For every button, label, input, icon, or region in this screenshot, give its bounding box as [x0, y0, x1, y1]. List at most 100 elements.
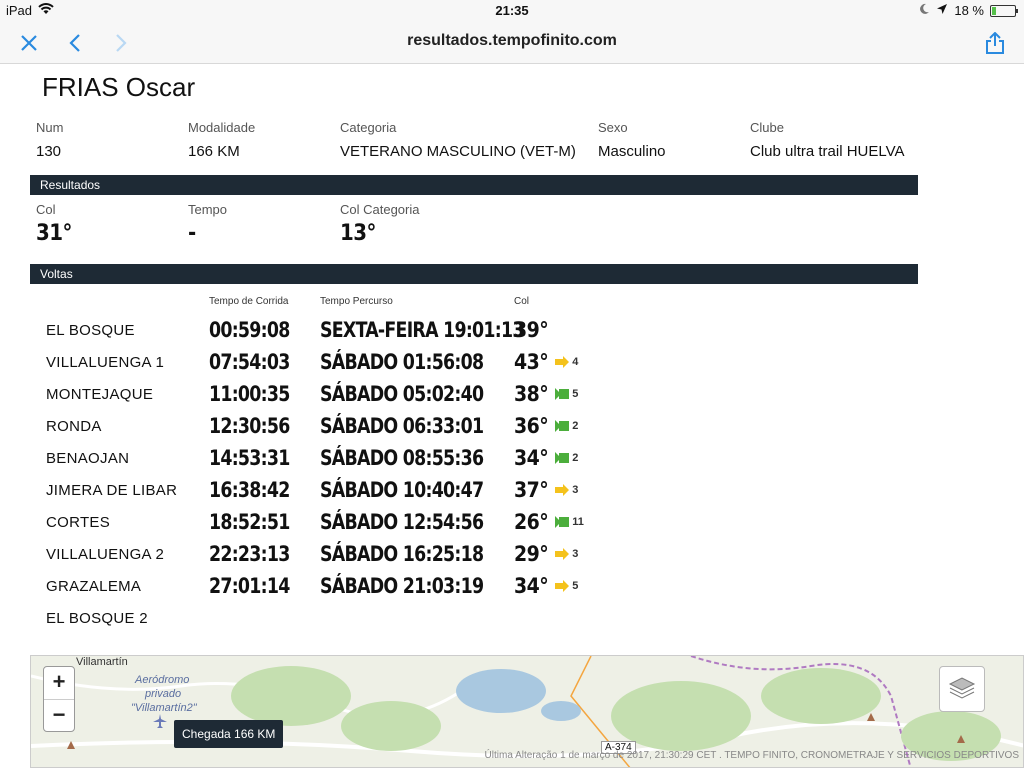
rank-delta: 3: [572, 548, 579, 560]
zoom-out-button[interactable]: −: [44, 699, 74, 731]
rank-up-arrow-icon: [554, 419, 570, 433]
rank-delta: 2: [572, 420, 579, 432]
lap-race-time: 18:52:51: [209, 510, 290, 534]
lap-checkpoint-name: EL BOSQUE: [46, 322, 135, 339]
lap-checkpoint-name: MONTEJAQUE: [46, 386, 154, 403]
map-label-airfield: privado: [145, 688, 182, 700]
lap-row: VILLALUENGA 2 22:23:13 SÁBADO 16:25:18 29° 3: [30, 542, 918, 574]
rank-up-arrow-icon: [554, 451, 570, 465]
lap-row: BENAOJAN 14:53:31 SÁBADO 08:55:36 34° 2: [30, 446, 918, 478]
lap-checkpoint-name: CORTES: [46, 514, 111, 531]
lap-rank: 37° 3: [514, 478, 578, 502]
lap-race-time: 16:38:42: [209, 478, 290, 502]
info-num: Num 130: [36, 120, 63, 160]
lap-rank-value: 39°: [514, 318, 549, 342]
lap-row: EL BOSQUE 00:59:08 SEXTA-FEIRA 19:01:13 39°: [30, 318, 918, 350]
lap-checkpoint-name: EL BOSQUE 2: [46, 610, 148, 627]
lap-checkpoint-name: RONDA: [46, 418, 102, 435]
info-value: Club ultra trail HUELVA: [750, 143, 905, 160]
lap-checkpoint-name: JIMERA DE LIBAR: [46, 482, 178, 499]
result-label: Col Categoria: [340, 202, 420, 217]
lap-course-time: SÁBADO 08:55:36: [320, 446, 484, 470]
airplane-icon: [153, 714, 167, 733]
lap-rank: 38° 5: [514, 382, 578, 406]
result-rank: Col 31°: [36, 202, 72, 246]
lap-rank-value: 43°: [514, 350, 549, 374]
layers-button[interactable]: [939, 666, 985, 712]
lap-course-time: SÁBADO 16:25:18: [320, 542, 484, 566]
lap-course-time: SÁBADO 21:03:19: [320, 574, 484, 598]
lap-course-time: SÁBADO 05:02:40: [320, 382, 484, 406]
lap-rank: 43° 4: [514, 350, 578, 374]
info-label: Clube: [750, 120, 784, 135]
zoom-in-button[interactable]: +: [44, 667, 74, 699]
lap-checkpoint-name: VILLALUENGA 1: [46, 354, 165, 371]
lap-rank-value: 29°: [514, 542, 549, 566]
finish-tooltip: Chegada 166 KM: [174, 720, 284, 748]
rank-delta: 11: [572, 516, 584, 528]
lap-row: JIMERA DE LIBAR 16:38:42 SÁBADO 10:40:47 37…: [30, 478, 918, 510]
athlete-info: Num 130 Modalidade 166 KM Categoria VETE…: [30, 120, 918, 170]
url-bar[interactable]: resultados.tempofinito.com: [0, 32, 1024, 50]
result-value: 31°: [36, 221, 72, 246]
athlete-name: FRIAS Oscar: [42, 72, 196, 102]
map-label-airfield: "Villamartín2": [131, 702, 197, 714]
lap-rank-value: 36°: [514, 414, 549, 438]
rank-delta: 5: [572, 580, 579, 592]
info-label: Categoria: [340, 120, 397, 135]
lap-row: EL BOSQUE 2: [30, 606, 918, 638]
map-label-town: Villamartín: [76, 656, 128, 668]
lap-row: CORTES 18:52:51 SÁBADO 12:54:56 26° 11: [30, 510, 918, 542]
lap-rank: 26° 11: [514, 510, 584, 534]
battery-percent: 18 %: [954, 3, 984, 18]
rank-down-arrow-icon: [554, 483, 570, 497]
result-value: 13°: [340, 221, 376, 246]
lap-course-time: SÁBADO 01:56:08: [320, 350, 484, 374]
lap-course-time: SÁBADO 06:33:01: [320, 414, 484, 438]
lap-race-time: 12:30:56: [209, 414, 290, 438]
lap-course-time: SÁBADO 12:54:56: [320, 510, 484, 534]
lap-race-time: 27:01:14: [209, 574, 290, 598]
map-attribution: Última Alteração 1 de março de 2017, 21:…: [484, 750, 1019, 761]
lap-row: MONTEJAQUE 11:00:35 SÁBADO 05:02:40 38° 5: [30, 382, 918, 414]
lap-rank-value: 37°: [514, 478, 549, 502]
result-category-rank: Col Categoria 13°: [340, 202, 420, 246]
moon-icon: [918, 3, 930, 18]
result-time: Tempo -: [188, 202, 227, 246]
result-label: Col: [36, 202, 56, 217]
result-label: Tempo: [188, 202, 228, 217]
laps-section-header: Voltas: [30, 264, 918, 284]
lap-race-time: 22:23:13: [209, 542, 290, 566]
lap-race-time: 11:00:35: [209, 382, 290, 406]
lap-row: VILLALUENGA 1 07:54:03 SÁBADO 01:56:08 43° 4: [30, 350, 918, 382]
lap-checkpoint-name: BENAOJAN: [46, 450, 130, 467]
lap-rank: 36° 2: [514, 414, 578, 438]
lap-rank: 29° 3: [514, 542, 578, 566]
header-race-time: Tempo de Corrida: [209, 296, 289, 307]
layers-icon: [948, 674, 976, 705]
info-label: Num: [36, 120, 64, 135]
info-value: Masculino: [598, 143, 666, 160]
lap-rank: 39°: [514, 318, 549, 342]
lap-row: GRAZALEMA 27:01:14 SÁBADO 21:03:19 34° 5: [30, 574, 918, 606]
info-sexo: Sexo Masculino: [598, 120, 666, 160]
course-map[interactable]: Villamartín Aeródromo privado "Villamart…: [30, 655, 1024, 768]
share-icon[interactable]: [980, 28, 1010, 58]
results-summary: Col 31° Tempo - Col Categoria 13°: [30, 202, 918, 252]
rank-delta: 2: [572, 452, 579, 464]
lap-course-time: SÁBADO 10:40:47: [320, 478, 484, 502]
info-modalidade: Modalidade 166 KM: [188, 120, 255, 160]
info-value: 166 KM: [188, 143, 240, 160]
rank-delta: 5: [572, 388, 579, 400]
battery-icon: [990, 4, 1018, 17]
zoom-control: + −: [43, 666, 75, 732]
lap-rank-value: 38°: [514, 382, 549, 406]
header-course-time: Tempo Percurso: [320, 296, 393, 307]
rank-delta: 4: [572, 356, 579, 368]
lap-checkpoint-name: GRAZALEMA: [46, 578, 142, 595]
status-bar: iPad 21:35 18 %: [0, 0, 1024, 22]
rank-down-arrow-icon: [554, 547, 570, 561]
location-arrow-icon: [936, 3, 948, 18]
lap-checkpoint-name: VILLALUENGA 2: [46, 546, 165, 563]
rank-up-arrow-icon: [554, 515, 570, 529]
